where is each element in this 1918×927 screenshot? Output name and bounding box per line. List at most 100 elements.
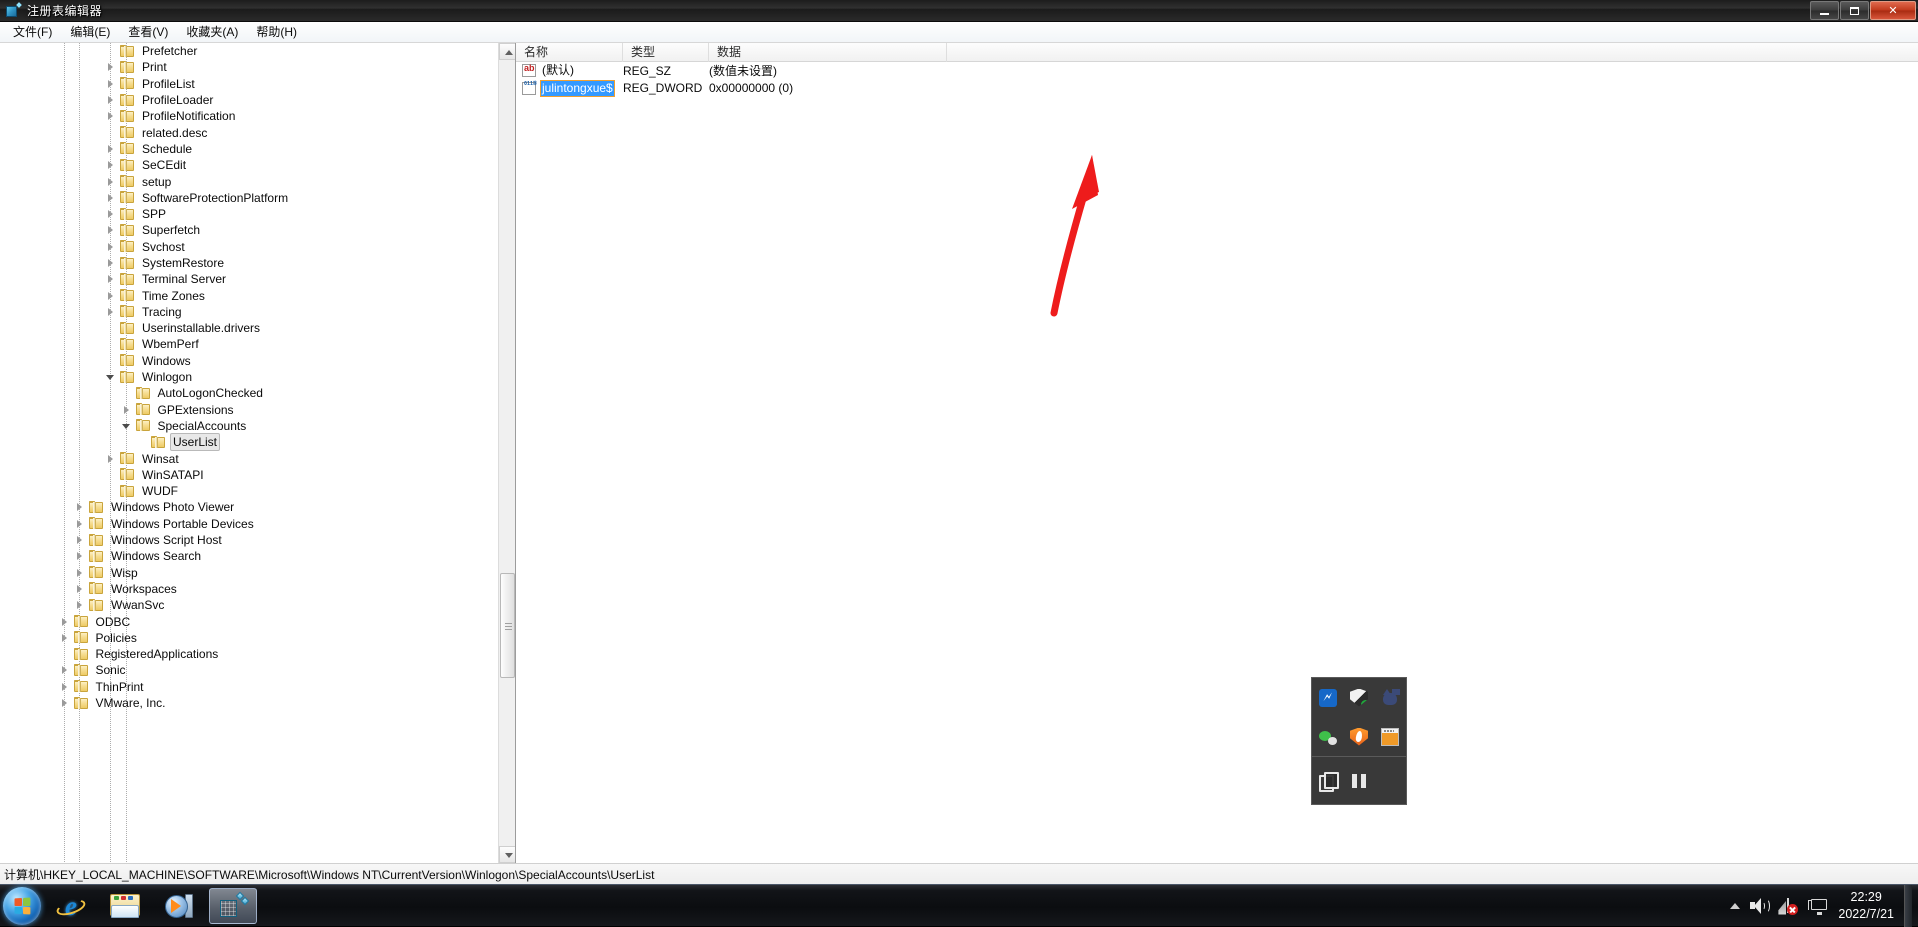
taskbar-media-player[interactable] [155, 888, 203, 924]
expand-triangle-icon[interactable] [105, 224, 117, 236]
tree-item-windows-search[interactable]: Windows Search [0, 548, 498, 564]
network-error-icon[interactable] [1778, 898, 1798, 915]
tree-vertical-scrollbar[interactable] [498, 43, 515, 863]
column-header-data[interactable]: 数据 [709, 43, 947, 62]
tree-item-related-desc[interactable]: related.desc [0, 124, 498, 140]
tree-item-wwansvc[interactable]: WwanSvc [0, 597, 498, 613]
expand-triangle-icon[interactable] [105, 176, 117, 188]
tree-item-systemrestore[interactable]: SystemRestore [0, 255, 498, 271]
expand-triangle-icon[interactable] [59, 632, 71, 644]
restore-button[interactable] [1840, 1, 1869, 20]
tree-item-sonic[interactable]: Sonic [0, 662, 498, 678]
table-row[interactable]: julintongxue$REG_DWORD0x00000000 (0) [516, 80, 1918, 98]
registry-values-list[interactable]: 名称 类型 数据 (默认)REG_SZ(数值未设置)julintongxue$R… [516, 43, 1918, 863]
window-icon[interactable] [1381, 728, 1399, 746]
tree-item-vmware-inc[interactable]: VMware, Inc. [0, 695, 498, 711]
bluetooth-icon[interactable] [1319, 689, 1337, 707]
tree-item-spp[interactable]: SPP [0, 206, 498, 222]
expand-triangle-icon[interactable] [59, 681, 71, 693]
tree-item-policies[interactable]: Policies [0, 630, 498, 646]
expand-triangle-icon[interactable] [105, 241, 117, 253]
tree-item-setup[interactable]: setup [0, 173, 498, 189]
copy-icon[interactable] [1319, 772, 1337, 790]
expand-triangle-icon[interactable] [74, 550, 86, 562]
expand-triangle-icon[interactable] [105, 78, 117, 90]
tree-item-registeredapplications[interactable]: RegisteredApplications [0, 646, 498, 662]
show-desktop-button[interactable] [1904, 885, 1912, 927]
tree-item-workspaces[interactable]: Workspaces [0, 581, 498, 597]
tree-item-secedit[interactable]: SeCEdit [0, 157, 498, 173]
expand-triangle-icon[interactable] [74, 599, 86, 611]
pause-icon[interactable] [1350, 772, 1368, 790]
tree-item-wbemperf[interactable]: WbemPerf [0, 336, 498, 352]
expand-triangle-icon[interactable] [105, 143, 117, 155]
menu-file[interactable]: 文件(F) [4, 21, 61, 43]
tree-item-windows-photo-viewer[interactable]: Windows Photo Viewer [0, 499, 498, 515]
expand-triangle-icon[interactable] [74, 583, 86, 595]
expand-triangle-icon[interactable] [74, 518, 86, 530]
wechat-icon[interactable] [1319, 728, 1337, 746]
scroll-down-arrow[interactable] [499, 846, 516, 863]
expand-triangle-icon[interactable] [105, 159, 117, 171]
tree-item-specialaccounts[interactable]: SpecialAccounts [0, 418, 498, 434]
tree-item-profilenotification[interactable]: ProfileNotification [0, 108, 498, 124]
tree-item-winlogon[interactable]: Winlogon [0, 369, 498, 385]
expand-triangle-icon[interactable] [105, 94, 117, 106]
taskbar-clock[interactable]: 22:29 2022/7/21 [1838, 889, 1894, 923]
tree-item-superfetch[interactable]: Superfetch [0, 222, 498, 238]
tree-item-time-zones[interactable]: Time Zones [0, 287, 498, 303]
tree-item-profilelist[interactable]: ProfileList [0, 76, 498, 92]
expand-triangle-icon[interactable] [59, 616, 71, 628]
expand-triangle-icon[interactable] [59, 664, 71, 676]
tree-item-schedule[interactable]: Schedule [0, 141, 498, 157]
tray-overflow-popup-row2[interactable] [1311, 757, 1407, 805]
tree-item-winsat[interactable]: Winsat [0, 450, 498, 466]
cat-icon[interactable] [1381, 689, 1399, 707]
menu-help[interactable]: 帮助(H) [247, 21, 306, 43]
tree-item-odbc[interactable]: ODBC [0, 613, 498, 629]
tree-item-userlist[interactable]: UserList [0, 434, 498, 450]
tree-item-tracing[interactable]: Tracing [0, 304, 498, 320]
start-button[interactable] [3, 887, 41, 925]
collapse-triangle-icon[interactable] [121, 420, 133, 432]
value-name-cell[interactable]: (默认) [516, 63, 623, 78]
expand-triangle-icon[interactable] [105, 453, 117, 465]
column-header-type[interactable]: 类型 [623, 43, 709, 62]
close-button[interactable]: ✕ [1870, 1, 1916, 20]
menu-edit[interactable]: 编辑(E) [61, 21, 119, 43]
collapse-triangle-icon[interactable] [105, 371, 117, 383]
menu-favorites[interactable]: 收藏夹(A) [177, 21, 247, 43]
display-icon[interactable] [1808, 898, 1828, 915]
shield-check-icon[interactable] [1350, 689, 1368, 707]
tree-item-wudf[interactable]: WUDF [0, 483, 498, 499]
tree-item-softwareprotectionplatform[interactable]: SoftwareProtectionPlatform [0, 190, 498, 206]
scroll-up-arrow[interactable] [499, 43, 516, 60]
column-header-name[interactable]: 名称 [516, 43, 623, 62]
expand-triangle-icon[interactable] [105, 61, 117, 73]
expand-triangle-icon[interactable] [105, 192, 117, 204]
scroll-thumb[interactable] [500, 573, 515, 678]
tree-item-profileloader[interactable]: ProfileLoader [0, 92, 498, 108]
tree-item-prefetcher[interactable]: Prefetcher [0, 43, 498, 59]
taskbar-file-explorer[interactable] [101, 888, 149, 924]
expand-triangle-icon[interactable] [74, 567, 86, 579]
taskbar-internet-explorer[interactable]: e [47, 888, 95, 924]
expand-triangle-icon[interactable] [105, 257, 117, 269]
tree-item-wisp[interactable]: Wisp [0, 565, 498, 581]
expand-triangle-icon[interactable] [105, 306, 117, 318]
menu-view[interactable]: 查看(V) [119, 21, 177, 43]
expand-triangle-icon[interactable] [105, 273, 117, 285]
expand-triangle-icon[interactable] [121, 404, 133, 416]
registry-key-tree[interactable]: PrefetcherPrintProfileListProfileLoaderP… [0, 43, 516, 863]
tree-item-windows[interactable]: Windows [0, 353, 498, 369]
flame-shield-icon[interactable] [1350, 728, 1368, 746]
expand-triangle-icon[interactable] [105, 110, 117, 122]
tree-item-windows-script-host[interactable]: Windows Script Host [0, 532, 498, 548]
window-titlebar[interactable]: 注册表编辑器 ✕ [0, 0, 1918, 22]
show-hidden-icons-arrow[interactable] [1730, 903, 1740, 909]
expand-triangle-icon[interactable] [59, 697, 71, 709]
tree-item-winsatapi[interactable]: WinSATAPI [0, 467, 498, 483]
speaker-icon[interactable] [1750, 898, 1768, 914]
tree-item-svchost[interactable]: Svchost [0, 239, 498, 255]
taskbar-registry-editor[interactable] [209, 888, 257, 924]
